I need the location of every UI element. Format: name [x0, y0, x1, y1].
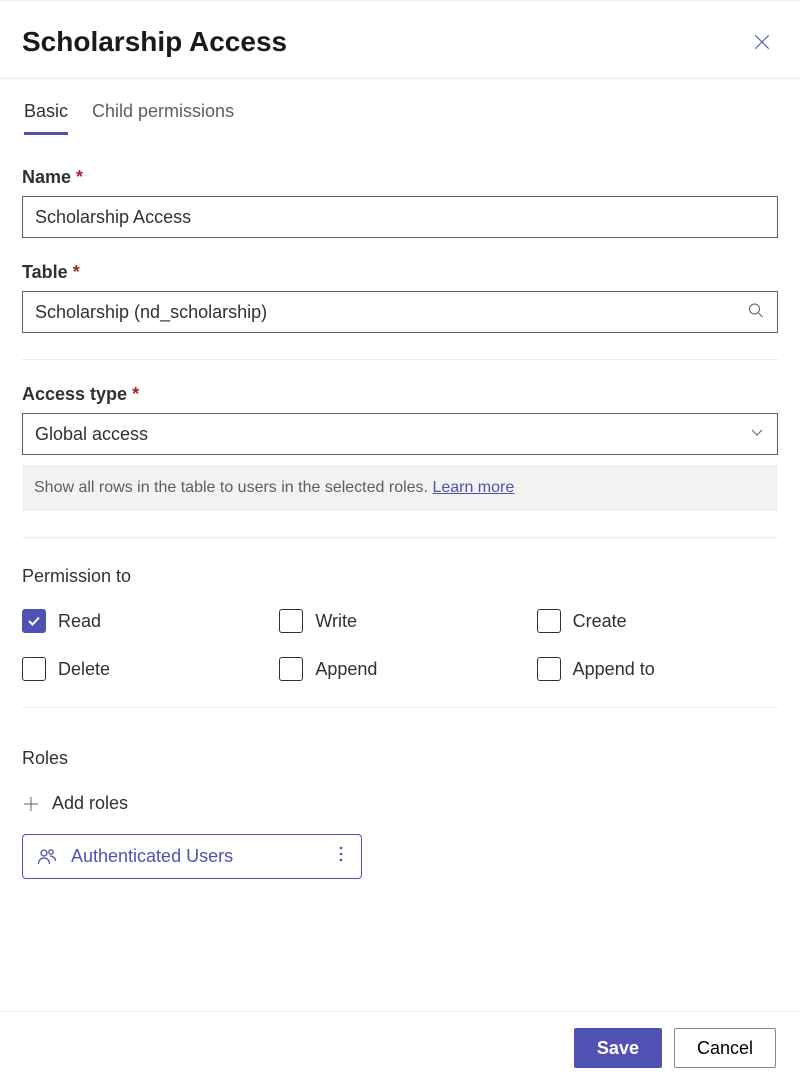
permission-create[interactable]: Create: [537, 609, 778, 633]
roles-section-title: Roles: [22, 748, 778, 769]
required-indicator: *: [73, 262, 80, 282]
role-name: Authenticated Users: [71, 846, 233, 867]
required-indicator: *: [132, 384, 139, 404]
checkbox-icon: [22, 657, 46, 681]
cancel-button[interactable]: Cancel: [674, 1028, 776, 1068]
add-roles-button[interactable]: Add roles: [22, 793, 778, 814]
dialog-title: Scholarship Access: [22, 26, 287, 58]
permission-read[interactable]: Read: [22, 609, 263, 633]
field-table: Table * Scholarship (nd_scholarship): [22, 262, 778, 333]
permission-label: Read: [58, 611, 101, 632]
tab-basic[interactable]: Basic: [24, 101, 68, 135]
permissions-grid: Read Write Create Delete Append Append t…: [22, 609, 778, 681]
tabs: Basic Child permissions: [0, 79, 800, 135]
dialog-header: Scholarship Access: [0, 0, 800, 79]
dialog-footer: Save Cancel: [0, 1011, 800, 1084]
checkbox-icon: [537, 657, 561, 681]
access-type-select[interactable]: Global access: [22, 413, 778, 455]
learn-more-link[interactable]: Learn more: [432, 479, 514, 496]
access-type-label: Access type *: [22, 384, 778, 405]
tab-child-permissions[interactable]: Child permissions: [92, 101, 234, 135]
checkbox-icon: [537, 609, 561, 633]
permission-write[interactable]: Write: [279, 609, 520, 633]
close-icon: [753, 33, 771, 51]
permissions-section-title: Permission to: [22, 566, 778, 587]
checkbox-icon: [279, 609, 303, 633]
permission-label: Create: [573, 611, 627, 632]
name-input[interactable]: [22, 196, 778, 238]
permission-label: Append: [315, 659, 377, 680]
permission-label: Delete: [58, 659, 110, 680]
table-lookup[interactable]: Scholarship (nd_scholarship): [22, 291, 778, 333]
permission-append[interactable]: Append: [279, 657, 520, 681]
add-roles-label: Add roles: [52, 793, 128, 814]
close-button[interactable]: [746, 26, 778, 58]
people-icon: [37, 847, 57, 867]
content-area: Name * Table * Scholarship (nd_scholarsh…: [0, 135, 800, 1011]
roles-section: Roles Add roles Authenticated Users: [22, 748, 778, 879]
permission-append-to[interactable]: Append to: [537, 657, 778, 681]
required-indicator: *: [76, 167, 83, 187]
permission-label: Append to: [573, 659, 655, 680]
plus-icon: [22, 795, 40, 813]
access-type-info: Show all rows in the table to users in t…: [22, 465, 778, 511]
checkbox-icon: [279, 657, 303, 681]
role-item[interactable]: Authenticated Users: [22, 834, 362, 879]
field-access-type: Access type * Global access Show all row…: [22, 384, 778, 511]
more-vertical-icon: [339, 845, 343, 863]
permission-delete[interactable]: Delete: [22, 657, 263, 681]
name-label: Name *: [22, 167, 778, 188]
permission-label: Write: [315, 611, 357, 632]
field-name: Name *: [22, 167, 778, 238]
checkbox-icon: [22, 609, 46, 633]
role-menu-button[interactable]: [335, 845, 347, 868]
table-label: Table *: [22, 262, 778, 283]
save-button[interactable]: Save: [574, 1028, 662, 1068]
